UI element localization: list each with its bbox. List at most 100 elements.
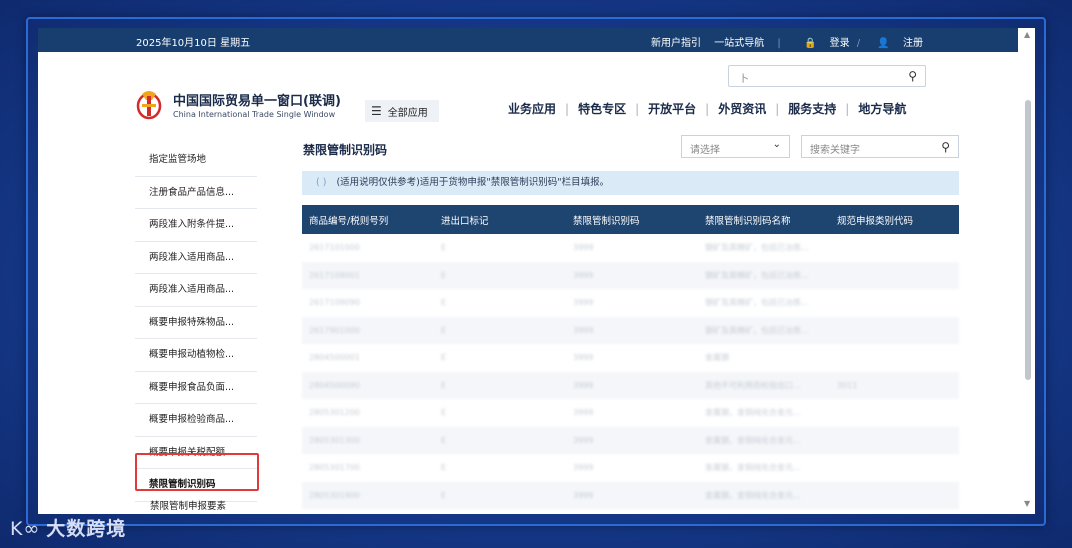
login-link[interactable]: 🔒 登录 [794, 38, 850, 49]
column-header: 规范申报类别代码 [837, 215, 914, 227]
table-cell: 钢矿及其精矿，包括已冶炼... [705, 325, 809, 335]
new-user-guide-link[interactable]: 新用户指引 [651, 38, 701, 49]
table-row[interactable]: 2805301900 E 3999 金属钢，金铜纯化合金元... [302, 481, 959, 509]
info-icon: ( ) [316, 177, 327, 188]
sidebar-item[interactable]: 指定监管场地 [135, 144, 257, 177]
browser-window: 2025年10月10日 星期五 新用户指引 一站式导航 | 🔒 登录 / 👤 注… [38, 28, 1035, 514]
column-header: 商品编号/税则号列 [309, 215, 389, 227]
sidebar-item[interactable]: 两段准入适用商品... [135, 274, 257, 307]
one-stop-nav-link[interactable]: 一站式导航 [714, 38, 764, 49]
table-cell: E [441, 435, 447, 445]
table-cell: 3999 [573, 380, 594, 390]
login-label: 登录 [829, 38, 850, 49]
watermark-logo-icon: K∞ [10, 518, 41, 540]
register-link[interactable]: 👤 注册 [867, 38, 923, 49]
table-cell: 2804500090 [309, 380, 360, 390]
table-cell: 金属钢，金铜纯化合金元... [705, 408, 801, 418]
table-cell: 金属钢，金铜纯化合金元... [705, 463, 801, 473]
sidebar-item[interactable]: 注册食品产品信息... [135, 177, 257, 209]
divider: | [565, 102, 570, 116]
scroll-down-icon[interactable]: ▼ [1024, 499, 1030, 508]
table-row[interactable]: 2805301700 E 3999 金属钢，金铜纯化合金元... [302, 454, 959, 482]
table-cell: E [441, 408, 447, 418]
nav-trade-news[interactable]: 外贸资讯 [718, 100, 766, 117]
table-cell: 钢矿及其精矿，包括已冶炼... [705, 243, 809, 253]
table-cell: 钢矿及其精矿，包括已冶炼... [705, 270, 809, 280]
table-cell: E [441, 270, 447, 280]
table-row[interactable]: 2617101000 E 3999 钢矿及其精矿，包括已冶炼... [302, 234, 959, 262]
sidebar-item[interactable]: 两段准入适用商品... [135, 242, 257, 274]
all-apps-button[interactable]: ☰ 全部应用 [365, 100, 439, 122]
table-cell: 3999 [573, 353, 594, 363]
table-row[interactable]: 2804500090 E 3999 其他不可利用而检验出口... 3011 [302, 371, 959, 399]
scroll-up-icon[interactable]: ▲ [1024, 30, 1032, 39]
sidebar-item[interactable]: 两段准入附条件提... [135, 209, 257, 242]
column-header: 进出口标记 [441, 215, 489, 227]
select-placeholder: 请选择 [690, 145, 720, 156]
table-header: 商品编号/税则号列 进出口标记 禁限管制识别码 禁限管制识别码名称 规范申报类别… [302, 205, 959, 234]
data-table: 商品编号/税则号列 进出口标记 禁限管制识别码 禁限管制识别码名称 规范申报类别… [302, 205, 959, 509]
nav-support[interactable]: 服务支持 [788, 100, 836, 117]
table-cell: 金属钢 [705, 353, 729, 363]
divider: | [775, 102, 780, 116]
table-cell: E [441, 490, 447, 500]
table-cell: 2617109090 [309, 298, 360, 308]
column-header: 禁限管制识别码 [573, 215, 640, 227]
sidebar-item[interactable]: 概要申报检验商品... [135, 404, 257, 437]
table-cell: 3999 [573, 325, 594, 335]
table-cell: 3999 [573, 298, 594, 308]
table-cell: 3999 [573, 435, 594, 445]
site-search-input[interactable]: 卜 ⚲ [728, 65, 926, 87]
register-label: 注册 [903, 38, 923, 49]
table-cell: 金属钢，金铜纯化合金元... [705, 490, 801, 500]
nav-local[interactable]: 地方导航 [858, 100, 906, 117]
nav-featured[interactable]: 特色专区 [578, 100, 626, 117]
table-row[interactable]: 2805301300 E 3999 金属钢，金铜纯化合金元... [302, 426, 959, 454]
table-body: 2617101000 E 3999 钢矿及其精矿，包括已冶炼... 261710900… [302, 234, 959, 509]
top-links: 新用户指引 一站式导航 | 🔒 登录 / 👤 注册 [641, 34, 923, 49]
notice-banner: ( ) (适用说明仅供参考)适用于货物申报"禁限管制识别码"栏目填报。 [302, 171, 959, 195]
table-cell: E [441, 325, 447, 335]
search-placeholder: 卜 [739, 74, 749, 85]
divider: | [705, 102, 710, 116]
selection-highlight [135, 453, 259, 491]
table-cell: 3999 [573, 463, 594, 473]
table-cell: 2805301300 [309, 435, 360, 445]
table-cell: E [441, 243, 447, 253]
menu-icon: ☰ [371, 104, 382, 118]
table-cell: 3999 [573, 490, 594, 500]
search-icon[interactable]: ⚲ [908, 69, 917, 83]
table-row[interactable]: 2617109090 E 3999 钢矿及其精矿，包括已冶炼... [302, 289, 959, 317]
user-icon: 👤 [877, 38, 890, 49]
table-row[interactable]: 2617109001 E 3999 钢矿及其精矿，包括已冶炼... [302, 261, 959, 289]
sidebar-item[interactable]: 禁限管制申报要素 [150, 498, 226, 512]
table-cell: 3999 [573, 243, 594, 253]
nav-open-platform[interactable]: 开放平台 [648, 100, 696, 117]
search-icon[interactable]: ⚲ [941, 140, 950, 154]
table-cell: E [441, 353, 447, 363]
table-row[interactable]: 2805301200 E 3999 金属钢，金铜纯化合金元... [302, 399, 959, 427]
table-row[interactable]: 2617901000 E 3999 钢矿及其精矿，包括已冶炼... [302, 316, 959, 344]
logo-title[interactable]: 中国国际贸易单一窗口(联调) [173, 90, 341, 109]
table-cell: E [441, 298, 447, 308]
sidebar-item[interactable]: 概要申报食品负面... [135, 372, 257, 404]
table-cell: 2804500001 [309, 353, 360, 363]
divider: | [845, 102, 850, 116]
nav-business[interactable]: 业务应用 [508, 100, 556, 117]
filter-select[interactable]: 请选择 ⌄ [681, 135, 790, 158]
divider: / [856, 38, 861, 49]
table-row[interactable]: 2804500001 E 3999 金属钢 [302, 344, 959, 372]
all-apps-label: 全部应用 [387, 107, 428, 119]
sidebar-item[interactable]: 概要申报动植物检... [135, 339, 257, 372]
table-cell: 3011 [837, 380, 858, 390]
scrollbar-thumb[interactable] [1025, 100, 1031, 380]
sidebar-item[interactable]: 概要申报特殊物品... [135, 307, 257, 339]
logo-emblem-icon[interactable] [136, 86, 162, 122]
keyword-search-input[interactable]: 搜索关键字 ⚲ [801, 135, 959, 158]
table-cell: 2617109001 [309, 270, 360, 280]
lock-icon: 🔒 [803, 38, 817, 49]
current-date: 2025年10月10日 星期五 [136, 38, 251, 49]
table-cell: 金属钢，金铜纯化合金元... [705, 435, 801, 445]
chevron-down-icon: ⌄ [772, 139, 781, 150]
divider: | [635, 102, 640, 116]
